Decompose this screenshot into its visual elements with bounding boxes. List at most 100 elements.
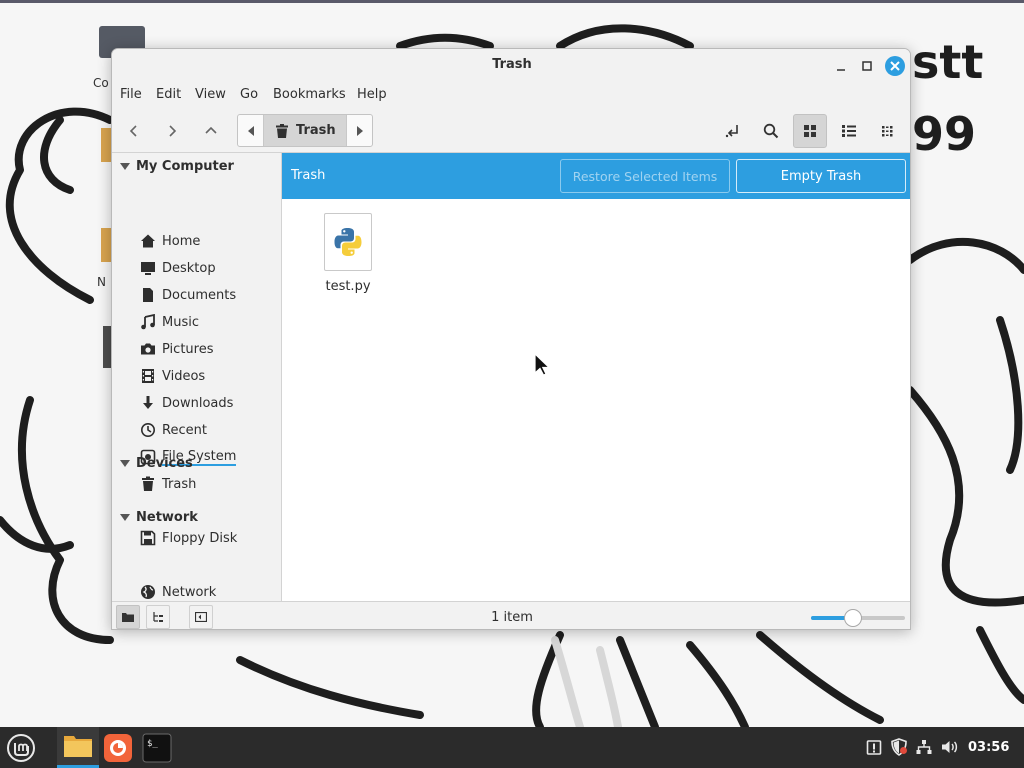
icon-view-button[interactable] [793,114,827,148]
update-manager-icon[interactable] [865,738,883,756]
desktop-label-computer: Co [93,76,109,90]
sidebar-item-label: Floppy Disk [162,530,238,546]
sidebar-item-downloads[interactable]: Downloads [140,391,280,415]
expander-down-icon [120,513,130,521]
sidebar-item-home[interactable]: Home [140,229,280,253]
sidebar-section-title: Network [136,510,198,525]
python-file-icon [324,213,372,271]
file-item[interactable]: test.py [310,211,386,301]
window-title: Trash [492,57,532,72]
minimize-button[interactable] [831,56,851,76]
file-view[interactable]: Trash Restore Selected Items Empty Trash… [282,153,910,601]
triangle-right-icon [356,125,363,136]
menu-help[interactable]: Help [357,87,387,102]
up-button[interactable] [194,114,228,148]
sidebar: My Computer Home Desktop Documents Music… [112,153,282,601]
toggle-location-button[interactable] [716,114,750,148]
camera-icon [140,341,156,357]
taskbar-files-app[interactable] [57,727,99,768]
close-button[interactable] [885,56,905,76]
sidebar-item-label: Downloads [162,395,234,411]
back-button[interactable] [117,114,151,148]
menu-button[interactable] [2,729,40,766]
sidebar-item-label: Pictures [162,341,214,357]
menu-file[interactable]: File [120,87,142,102]
folder-icon[interactable] [101,128,111,162]
mouse-cursor-icon [534,353,551,376]
search-button[interactable] [754,114,788,148]
desktop-icon [140,260,156,276]
sidebar-item-label: Home [162,233,201,249]
files-icon [64,736,92,757]
pathbar-trash-button[interactable]: Trash [264,115,346,146]
forward-button[interactable] [155,114,189,148]
firefox-icon [104,733,132,762]
chevron-up-icon [205,126,217,134]
sidebar-item-label: Documents [162,287,237,303]
pathbar: Trash [237,114,373,147]
download-icon [140,395,156,411]
menu-bookmarks[interactable]: Bookmarks [273,87,346,102]
sidebar-section-devices[interactable]: Devices [120,456,193,471]
titlebar[interactable]: Trash [112,49,910,82]
empty-trash-button[interactable]: Empty Trash [736,159,906,193]
sidebar-item-label: Videos [162,368,206,384]
file-name: test.py [325,279,371,294]
svg-text:99: 99 [912,107,976,161]
pathbar-trash-label: Trash [296,123,336,138]
sidebar-item-trash[interactable]: Trash [140,472,280,496]
menubar: File Edit View Go Bookmarks Help [112,82,910,109]
maximize-button[interactable] [857,56,877,76]
clock[interactable]: 03:56 [968,740,1009,755]
sidebar-item-recent[interactable]: Recent [140,418,280,442]
sidebar-item-videos[interactable]: Videos [140,364,280,388]
network-icon[interactable] [915,738,933,756]
expander-down-icon [120,162,130,170]
menu-view[interactable]: View [195,87,226,102]
pathbar-scroll-right[interactable] [346,115,372,146]
compact-view-icon [882,126,893,137]
list-view-button[interactable] [832,114,866,148]
mint-logo-icon [7,733,35,762]
sidebar-item-music[interactable]: Music [140,310,280,334]
taskbar: $_ 03:56 [0,727,1024,768]
restore-selected-items-button[interactable]: Restore Selected Items [560,159,730,193]
minimize-icon [837,69,845,71]
sidebar-item-floppy-disk[interactable]: Floppy Disk [140,526,280,550]
folder-icon[interactable] [101,228,111,262]
shield-icon[interactable] [890,738,908,756]
menu-go[interactable]: Go [240,87,258,102]
sidebar-section-network[interactable]: Network [120,510,198,525]
document-icon [140,287,156,303]
sidebar-item-desktop[interactable]: Desktop [140,256,280,280]
trash-infobar: Trash Restore Selected Items Empty Trash [282,153,910,199]
sidebar-item-label: Recent [162,422,207,438]
trash-icon[interactable] [103,326,111,368]
sidebar-section-my-computer[interactable]: My Computer [120,159,234,174]
trash-icon [276,123,288,138]
volume-icon[interactable] [941,738,959,756]
list-view-icon [842,125,856,137]
sidebar-section-title: My Computer [136,159,234,174]
home-icon [140,233,156,249]
sidebar-item-label: Trash [162,476,197,492]
svg-text:stt: stt [912,35,983,89]
sidebar-item-documents[interactable]: Documents [140,283,280,307]
clock-icon [140,422,156,438]
triangle-left-icon [247,125,254,136]
pathbar-scroll-left[interactable] [238,115,264,146]
trash-infobar-label: Trash [291,168,326,183]
sidebar-section-title: Devices [136,456,193,471]
floppy-disk-icon [140,530,156,546]
menu-edit[interactable]: Edit [156,87,181,102]
compact-view-button[interactable] [871,114,905,148]
taskbar-terminal-app[interactable]: $_ [138,729,176,766]
sidebar-item-label: Network [162,584,217,600]
sidebar-item-label: Music [162,314,199,330]
svg-text:$_: $_ [147,739,158,749]
taskbar-firefox-app[interactable] [99,729,137,766]
grid-view-icon [804,125,816,137]
sidebar-item-pictures[interactable]: Pictures [140,337,280,361]
terminal-icon: $_ [142,733,172,762]
maximize-icon [862,61,872,71]
